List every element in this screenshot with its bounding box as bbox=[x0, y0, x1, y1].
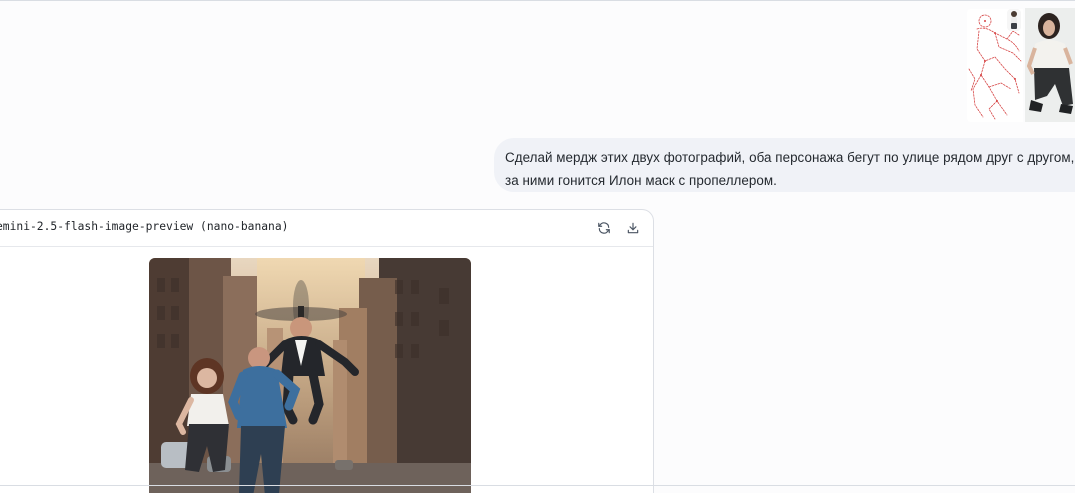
user-message-bubble: Сделай мердж этих двух фотографий, оба п… bbox=[494, 138, 1075, 192]
model-name: emini-2.5-flash-image-preview (nano-bana… bbox=[0, 220, 289, 233]
woman-photo-image bbox=[1025, 8, 1075, 122]
small-figure-thumbnail bbox=[1007, 9, 1021, 31]
regenerate-button[interactable] bbox=[594, 218, 614, 238]
user-message-line-1: Сделай мердж этих двух фотографий, оба п… bbox=[505, 150, 1075, 165]
woman-photo-thumbnail[interactable] bbox=[1025, 8, 1075, 122]
generated-image[interactable] bbox=[149, 258, 471, 493]
user-message-line-2: за ними гонится Илон маск с пропеллером. bbox=[505, 173, 777, 188]
user-attachments bbox=[967, 8, 1075, 122]
small-figure-image bbox=[1011, 11, 1017, 29]
top-divider bbox=[0, 0, 1075, 1]
response-header: emini-2.5-flash-image-preview (nano-bana… bbox=[0, 210, 653, 247]
model-response-card: emini-2.5-flash-image-preview (nano-bana… bbox=[0, 209, 654, 493]
bottom-divider bbox=[0, 485, 1075, 486]
download-icon bbox=[627, 222, 639, 234]
download-button[interactable] bbox=[623, 218, 643, 238]
refresh-icon bbox=[598, 222, 610, 234]
chat-viewport: Сделай мердж этих двух фотографий, оба п… bbox=[0, 0, 1075, 493]
generated-image-illustration bbox=[149, 258, 471, 493]
